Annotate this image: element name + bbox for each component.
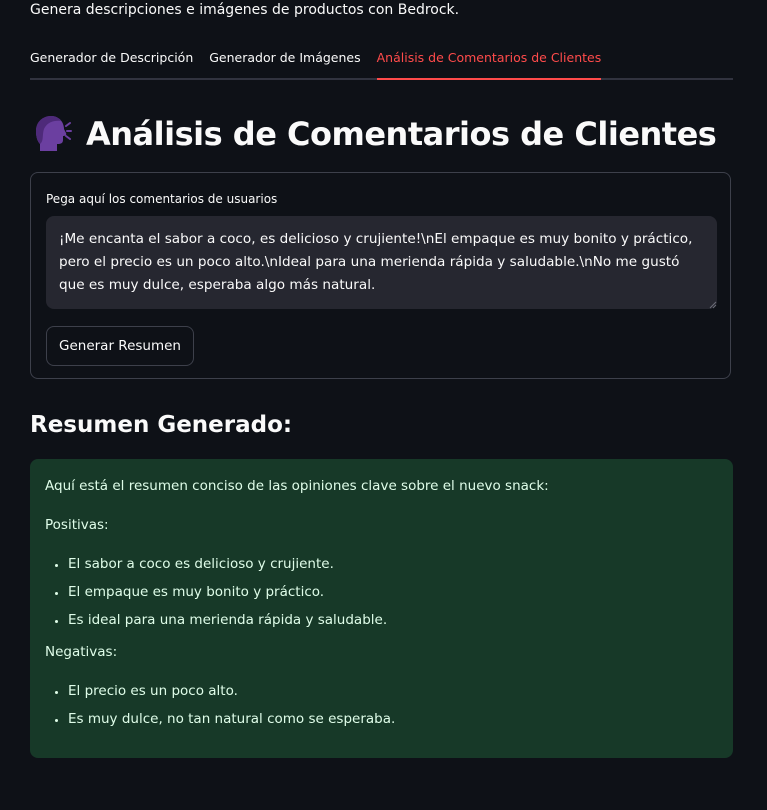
page-title-row: Análisis de Comentarios de Clientes <box>30 110 717 158</box>
resize-handle-icon[interactable] <box>709 301 717 309</box>
tab-bar: Generador de Descripción Generador de Im… <box>30 44 733 80</box>
summary-heading: Resumen Generado: <box>30 412 293 438</box>
list-item: El empaque es muy bonito y práctico. <box>68 582 718 602</box>
positive-list: El sabor a coco es delicioso y crujiente… <box>45 554 718 630</box>
feedback-form: Pega aquí los comentarios de usuarios ¡M… <box>30 172 731 379</box>
list-item: El precio es un poco alto. <box>68 681 718 701</box>
page-title: Análisis de Comentarios de Clientes <box>86 115 717 153</box>
comments-textarea[interactable]: ¡Me encanta el sabor a coco, es delicios… <box>46 216 717 309</box>
list-item: Es muy dulce, no tan natural como se esp… <box>68 709 718 729</box>
speaking-head-icon <box>36 116 72 151</box>
tab-image-generator[interactable]: Generador de Imágenes <box>209 44 360 78</box>
positive-label: Positivas: <box>45 517 109 533</box>
app-page: Genera descripciones e imágenes de produ… <box>0 0 767 810</box>
comments-textarea-label: Pega aquí los comentarios de usuarios <box>46 192 278 206</box>
list-item: El sabor a coco es delicioso y crujiente… <box>68 554 718 574</box>
summary-result-box: Aquí está el resumen conciso de las opin… <box>30 459 733 758</box>
negative-list: El precio es un poco alto. Es muy dulce,… <box>45 681 718 729</box>
negative-label: Negativas: <box>45 644 118 660</box>
summary-intro: Aquí está el resumen conciso de las opin… <box>45 478 549 494</box>
page-subtitle: Genera descripciones e imágenes de produ… <box>30 2 460 18</box>
tab-customer-feedback-analysis[interactable]: Análisis de Comentarios de Clientes <box>376 44 601 80</box>
tab-description-generator[interactable]: Generador de Descripción <box>30 44 193 78</box>
generate-summary-button[interactable]: Generar Resumen <box>46 326 194 366</box>
list-item: Es ideal para una merienda rápida y salu… <box>68 610 718 630</box>
